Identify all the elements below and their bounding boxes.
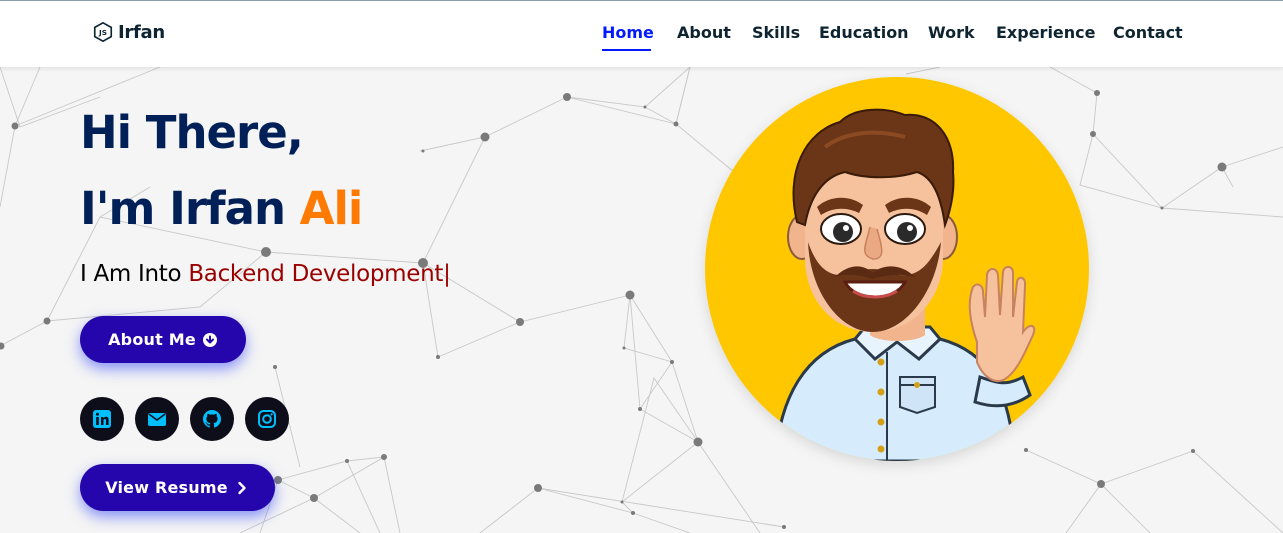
mail-icon (148, 413, 166, 426)
arrow-circle-down-icon (202, 332, 217, 347)
profile-avatar (705, 77, 1089, 461)
view-resume-label: View Resume (105, 478, 228, 497)
active-nav-indicator (602, 49, 651, 51)
typed-role: Backend Development (188, 261, 444, 287)
linkedin-icon (93, 410, 111, 428)
typing-cursor: | (443, 261, 451, 287)
nav-item-skills[interactable]: Skills (752, 23, 800, 42)
cartoon-avatar-illustration (773, 108, 1036, 461)
nav-item-work[interactable]: Work (928, 23, 975, 42)
mail-link[interactable] (135, 397, 179, 441)
typed-prefix: I Am Into (80, 261, 189, 287)
github-icon (203, 410, 221, 428)
hero-name-accent: Ali (299, 182, 364, 235)
chevron-right-icon (238, 481, 246, 494)
nav-item-contact[interactable]: Contact (1113, 23, 1183, 42)
about-me-button[interactable]: About Me (80, 316, 246, 363)
about-me-label: About Me (108, 330, 196, 349)
nav-item-about[interactable]: About (677, 23, 731, 42)
navbar: JS Irfan Home About Skills Education Wor… (0, 1, 1283, 67)
instagram-icon (258, 410, 276, 428)
linkedin-link[interactable] (80, 397, 124, 441)
view-resume-button[interactable]: View Resume (80, 464, 275, 511)
nav-item-education[interactable]: Education (819, 23, 909, 42)
hero-name: I'm Irfan Ali (80, 182, 364, 235)
social-links (80, 397, 289, 441)
hero-name-prefix: I'm Irfan (80, 182, 300, 235)
typed-role-line: I Am Into Backend Development| (80, 261, 451, 287)
hero-greeting: Hi There, (80, 106, 304, 159)
nav-item-experience[interactable]: Experience (996, 23, 1096, 42)
nav-item-home[interactable]: Home (602, 23, 654, 42)
instagram-link[interactable] (245, 397, 289, 441)
github-link[interactable] (190, 397, 234, 441)
